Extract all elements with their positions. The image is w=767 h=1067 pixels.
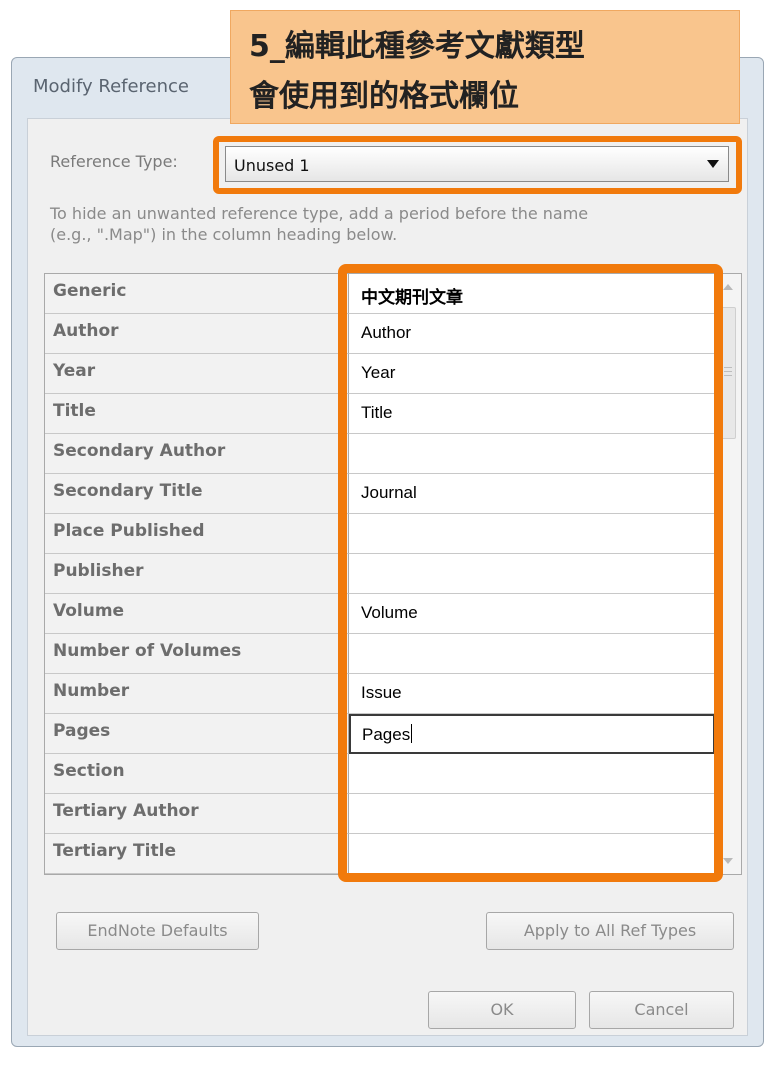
- apply-to-all-ref-types-button[interactable]: Apply to All Ref Types: [486, 912, 734, 950]
- field-label: Section: [45, 754, 349, 794]
- scroll-up-icon[interactable]: [723, 284, 733, 290]
- field-label: Pages: [45, 714, 349, 754]
- field-label: Number: [45, 674, 349, 714]
- ok-button[interactable]: OK: [428, 991, 576, 1029]
- instruction-text: To hide an unwanted reference type, add …: [50, 203, 740, 245]
- dialog-title: Modify Reference: [33, 76, 190, 97]
- field-label: Volume: [45, 594, 349, 634]
- field-label: Tertiary Author: [45, 794, 349, 834]
- field-label: Author: [45, 314, 349, 354]
- value-column-highlight-box: [338, 264, 723, 882]
- field-label: Secondary Author: [45, 434, 349, 474]
- reference-type-label: Reference Type:: [50, 152, 178, 171]
- cancel-button[interactable]: Cancel: [589, 991, 734, 1029]
- field-label: Publisher: [45, 554, 349, 594]
- grip-line: [724, 375, 732, 376]
- instruction-line-2: (e.g., ".Map") in the column heading bel…: [50, 225, 398, 244]
- field-label: Secondary Title: [45, 474, 349, 514]
- field-label: Tertiary Title: [45, 834, 349, 874]
- field-label: Generic: [45, 274, 349, 314]
- field-label: Number of Volumes: [45, 634, 349, 674]
- callout-line-2: 會使用到的格式欄位: [249, 79, 519, 114]
- endnote-defaults-button[interactable]: EndNote Defaults: [56, 912, 259, 950]
- scroll-down-icon[interactable]: [723, 858, 733, 864]
- grip-line: [724, 371, 732, 372]
- field-label: Place Published: [45, 514, 349, 554]
- callout-line-1: 5_編輯此種參考文獻類型: [249, 29, 585, 64]
- field-label: Year: [45, 354, 349, 394]
- step-callout: 5_編輯此種參考文獻類型 會使用到的格式欄位: [230, 10, 740, 124]
- dropdown-highlight-box: [213, 136, 742, 194]
- field-label: Title: [45, 394, 349, 434]
- instruction-line-1: To hide an unwanted reference type, add …: [50, 204, 589, 223]
- grip-line: [724, 367, 732, 368]
